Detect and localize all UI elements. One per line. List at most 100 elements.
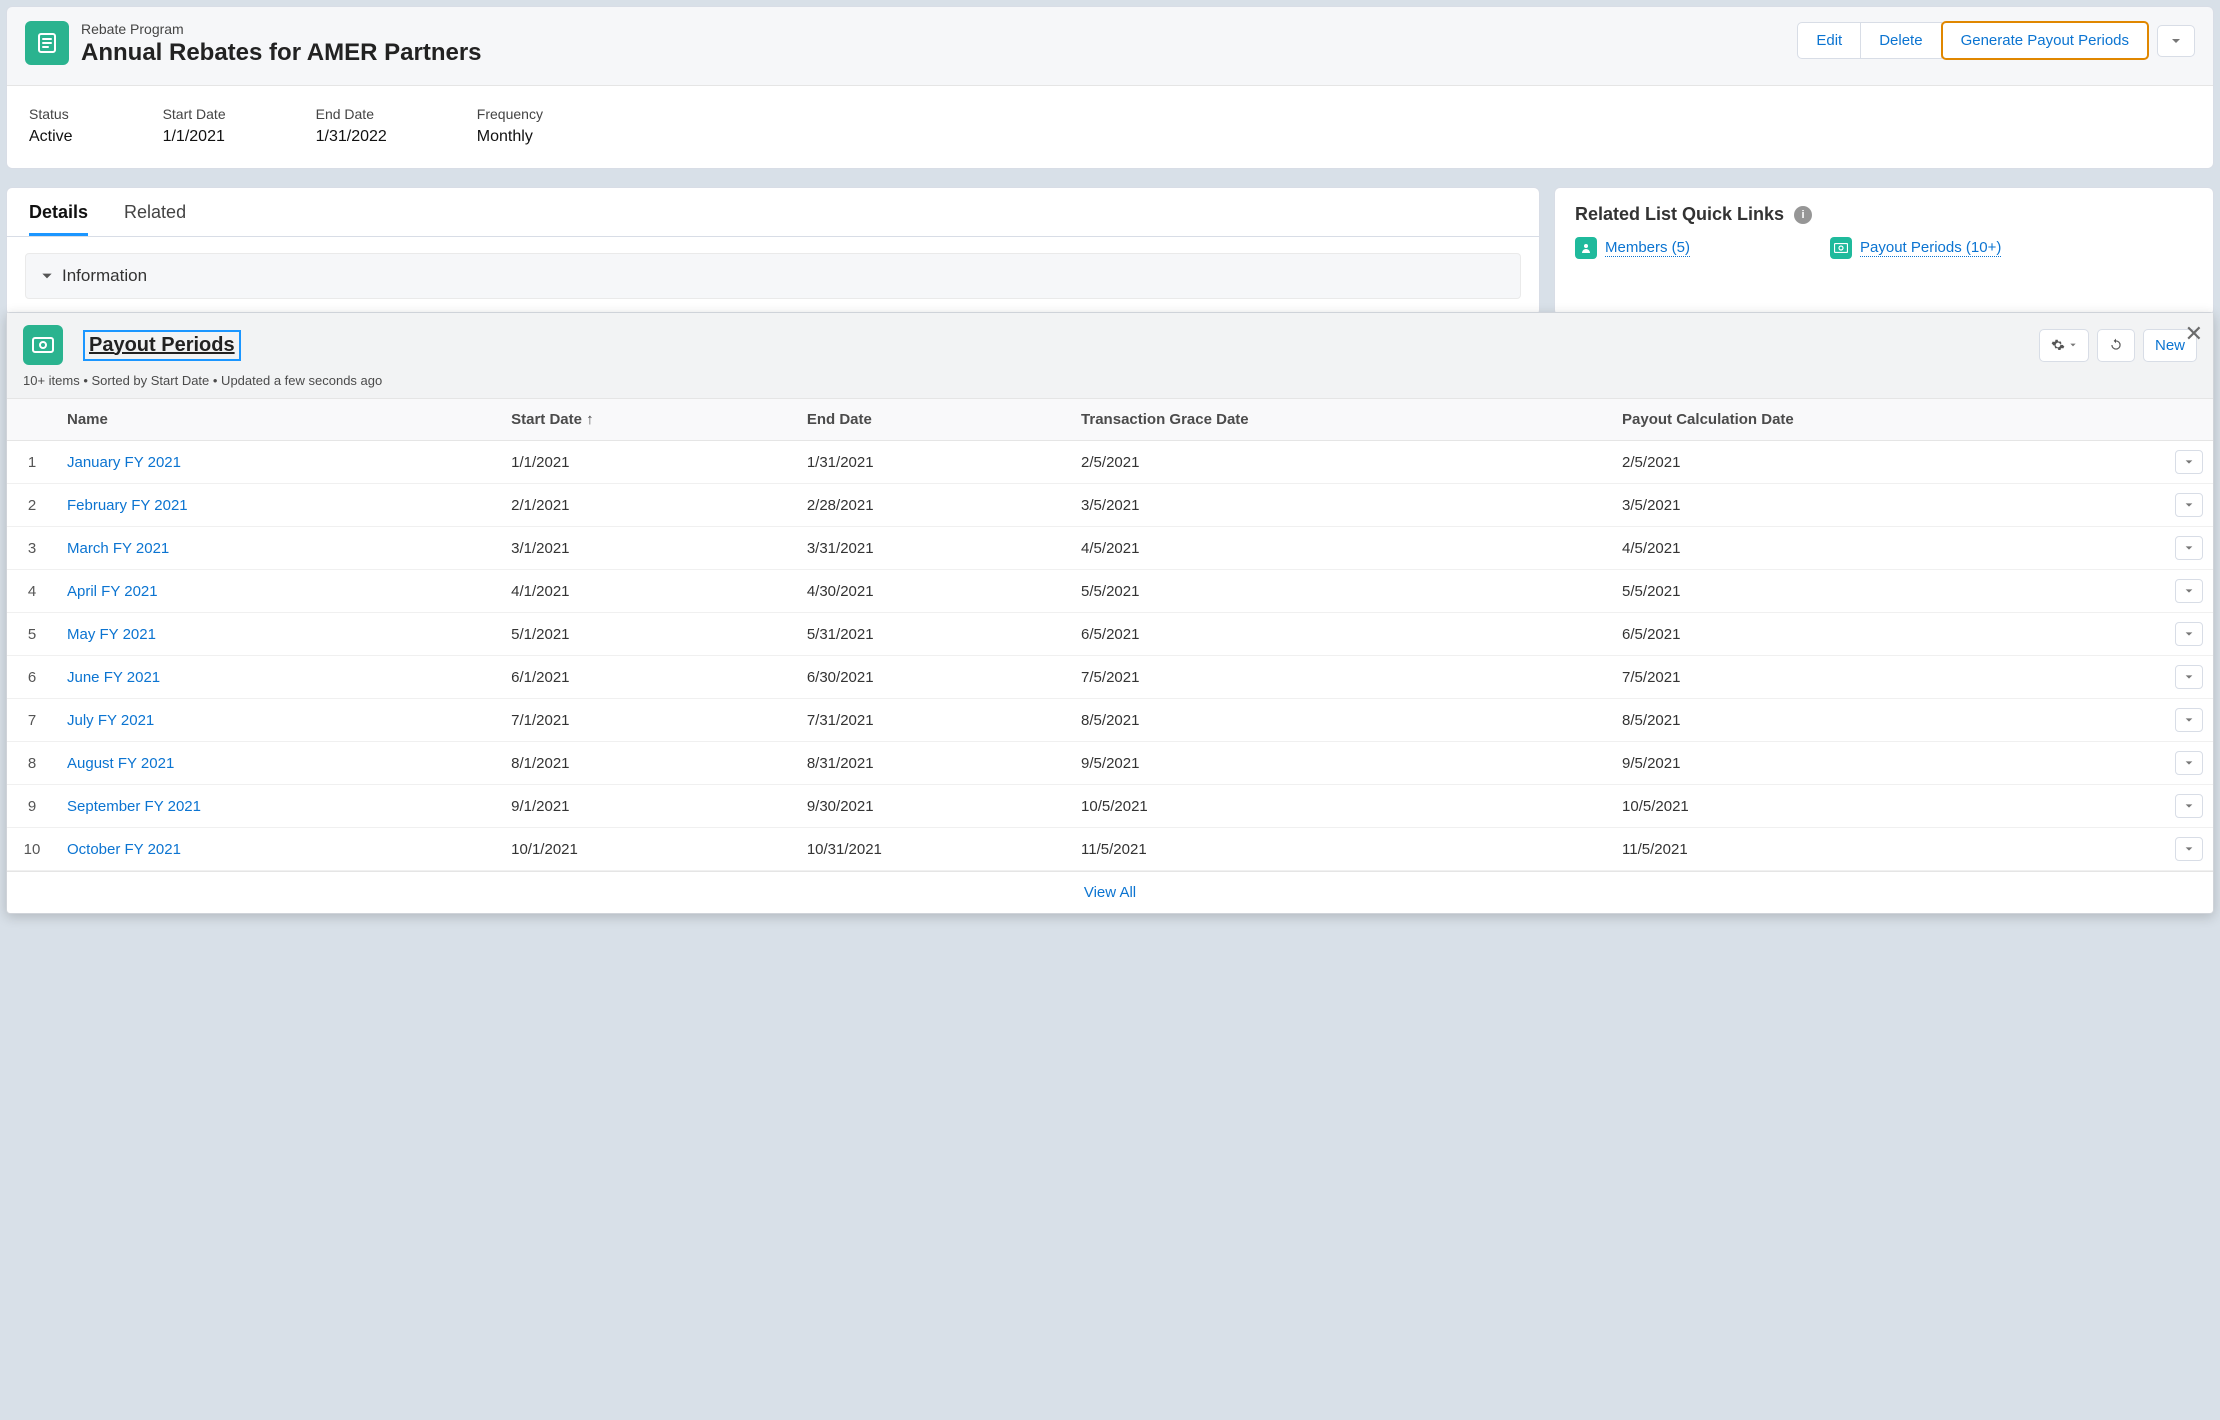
members-link[interactable]: Members (5) (1605, 239, 1690, 257)
record-type: Rebate Program (81, 21, 482, 37)
payout-periods-link[interactable]: Payout Periods (10+) (1860, 239, 2001, 257)
row-number: 4 (7, 570, 57, 613)
cell-calc: 10/5/2021 (1612, 785, 2165, 828)
cell-start: 9/1/2021 (501, 785, 797, 828)
tab-related[interactable]: Related (124, 202, 186, 236)
chevron-down-icon (2184, 543, 2194, 553)
cell-calc: 3/5/2021 (1612, 484, 2165, 527)
refresh-button[interactable] (2097, 329, 2135, 362)
related-quick-links-panel: Related List Quick Links i Members (5) P… (1554, 187, 2214, 316)
settings-button[interactable] (2039, 329, 2089, 362)
info-icon[interactable]: i (1794, 206, 1812, 224)
cell-start: 6/1/2021 (501, 656, 797, 699)
row-actions-button[interactable] (2175, 665, 2203, 689)
col-end-date[interactable]: End Date (797, 399, 1071, 441)
edit-button[interactable]: Edit (1797, 22, 1861, 59)
col-calc-date[interactable]: Payout Calculation Date (1612, 399, 2165, 441)
table-row: 9September FY 20219/1/20219/30/202110/5/… (7, 785, 2213, 828)
period-name-link[interactable]: January FY 2021 (67, 454, 181, 471)
row-actions-button[interactable] (2175, 751, 2203, 775)
col-start-date[interactable]: Start Date ↑ (501, 399, 797, 441)
row-actions-button[interactable] (2175, 493, 2203, 517)
period-name-link[interactable]: April FY 2021 (67, 583, 158, 600)
table-row: 3March FY 20213/1/20213/31/20214/5/20214… (7, 527, 2213, 570)
cell-start: 8/1/2021 (501, 742, 797, 785)
cell-calc: 6/5/2021 (1612, 613, 2165, 656)
field-value: 1/1/2021 (163, 128, 226, 146)
table-row: 1 January FY 2021 1/1/20211/31/2021 2/5/202… (7, 441, 2213, 484)
gear-icon (2051, 338, 2065, 352)
cell-grace: 5/5/2021 (1071, 570, 1612, 613)
cell-start: 10/1/2021 (501, 828, 797, 871)
record-icon (25, 21, 69, 65)
details-panel: Details Related Information (6, 187, 1540, 316)
table-row: 4April FY 20214/1/20214/30/20215/5/20215… (7, 570, 2213, 613)
cell-grace: 3/5/2021 (1071, 484, 1612, 527)
period-name-link[interactable]: August FY 2021 (67, 755, 174, 772)
more-actions-button[interactable] (2157, 25, 2195, 57)
row-actions-button[interactable] (2175, 837, 2203, 861)
period-name-link[interactable]: September FY 2021 (67, 798, 201, 815)
row-number: 5 (7, 613, 57, 656)
cell-calc: 8/5/2021 (1612, 699, 2165, 742)
table-row: 2February FY 20212/1/20212/28/20213/5/20… (7, 484, 2213, 527)
cell-end: 3/31/2021 (797, 527, 1071, 570)
delete-button[interactable]: Delete (1861, 22, 1941, 59)
col-grace-date[interactable]: Transaction Grace Date (1071, 399, 1612, 441)
table-row: 5May FY 20215/1/20215/31/20216/5/20216/5… (7, 613, 2213, 656)
payout-periods-title[interactable]: Payout Periods (87, 334, 237, 357)
cell-grace: 9/5/2021 (1071, 742, 1612, 785)
row-number: 2 (7, 484, 57, 527)
row-number: 9 (7, 785, 57, 828)
chevron-down-icon (2184, 844, 2194, 854)
row-actions-button[interactable] (2175, 794, 2203, 818)
period-name-link[interactable]: May FY 2021 (67, 626, 156, 643)
row-number: 10 (7, 828, 57, 871)
col-name[interactable]: Name (57, 399, 501, 441)
tab-details[interactable]: Details (29, 202, 88, 236)
view-all-link[interactable]: View All (7, 871, 2213, 913)
period-name-link[interactable]: February FY 2021 (67, 497, 188, 514)
close-icon[interactable]: ✕ (2185, 321, 2203, 347)
cell-grace: 6/5/2021 (1071, 613, 1612, 656)
cell-grace: 8/5/2021 (1071, 699, 1612, 742)
section-information[interactable]: Information (25, 253, 1521, 299)
table-row: 6June FY 20216/1/20216/30/20217/5/20217/… (7, 656, 2213, 699)
period-name-link[interactable]: October FY 2021 (67, 841, 181, 858)
row-actions-button[interactable] (2175, 622, 2203, 646)
cell-end: 8/31/2021 (797, 742, 1071, 785)
row-actions-button[interactable] (2175, 579, 2203, 603)
cell-end: 4/30/2021 (797, 570, 1071, 613)
cell-start: 1/1/2021 (501, 441, 797, 484)
chevron-down-icon (2184, 586, 2194, 596)
chevron-down-icon (2184, 801, 2194, 811)
cell-start: 5/1/2021 (501, 613, 797, 656)
row-number: 3 (7, 527, 57, 570)
cell-grace: 4/5/2021 (1071, 527, 1612, 570)
generate-payout-periods-button[interactable]: Generate Payout Periods (1941, 21, 2149, 60)
cell-start: 3/1/2021 (501, 527, 797, 570)
row-number: 1 (7, 441, 57, 484)
period-name-link[interactable]: June FY 2021 (67, 669, 160, 686)
field-value: 1/31/2022 (316, 128, 387, 146)
row-actions-button[interactable] (2175, 536, 2203, 560)
field-label: End Date (316, 106, 387, 122)
cell-end: 1/31/2021 (797, 441, 1071, 484)
cell-calc: 2/5/2021 (1612, 441, 2165, 484)
chevron-down-icon (2184, 715, 2194, 725)
chevron-down-icon (2170, 35, 2182, 47)
table-row: 10October FY 202110/1/202110/31/202111/5… (7, 828, 2213, 871)
cell-start: 4/1/2021 (501, 570, 797, 613)
period-name-link[interactable]: March FY 2021 (67, 540, 169, 557)
row-actions-button[interactable] (2175, 450, 2203, 474)
cell-end: 2/28/2021 (797, 484, 1071, 527)
refresh-icon (2109, 338, 2123, 352)
chevron-down-icon (40, 269, 54, 283)
period-name-link[interactable]: July FY 2021 (67, 712, 154, 729)
field-value: Active (29, 128, 73, 146)
cell-calc: 9/5/2021 (1612, 742, 2165, 785)
cell-grace: 10/5/2021 (1071, 785, 1612, 828)
table-row: 7July FY 20217/1/20217/31/20218/5/20218/… (7, 699, 2213, 742)
row-actions-button[interactable] (2175, 708, 2203, 732)
cell-end: 5/31/2021 (797, 613, 1071, 656)
